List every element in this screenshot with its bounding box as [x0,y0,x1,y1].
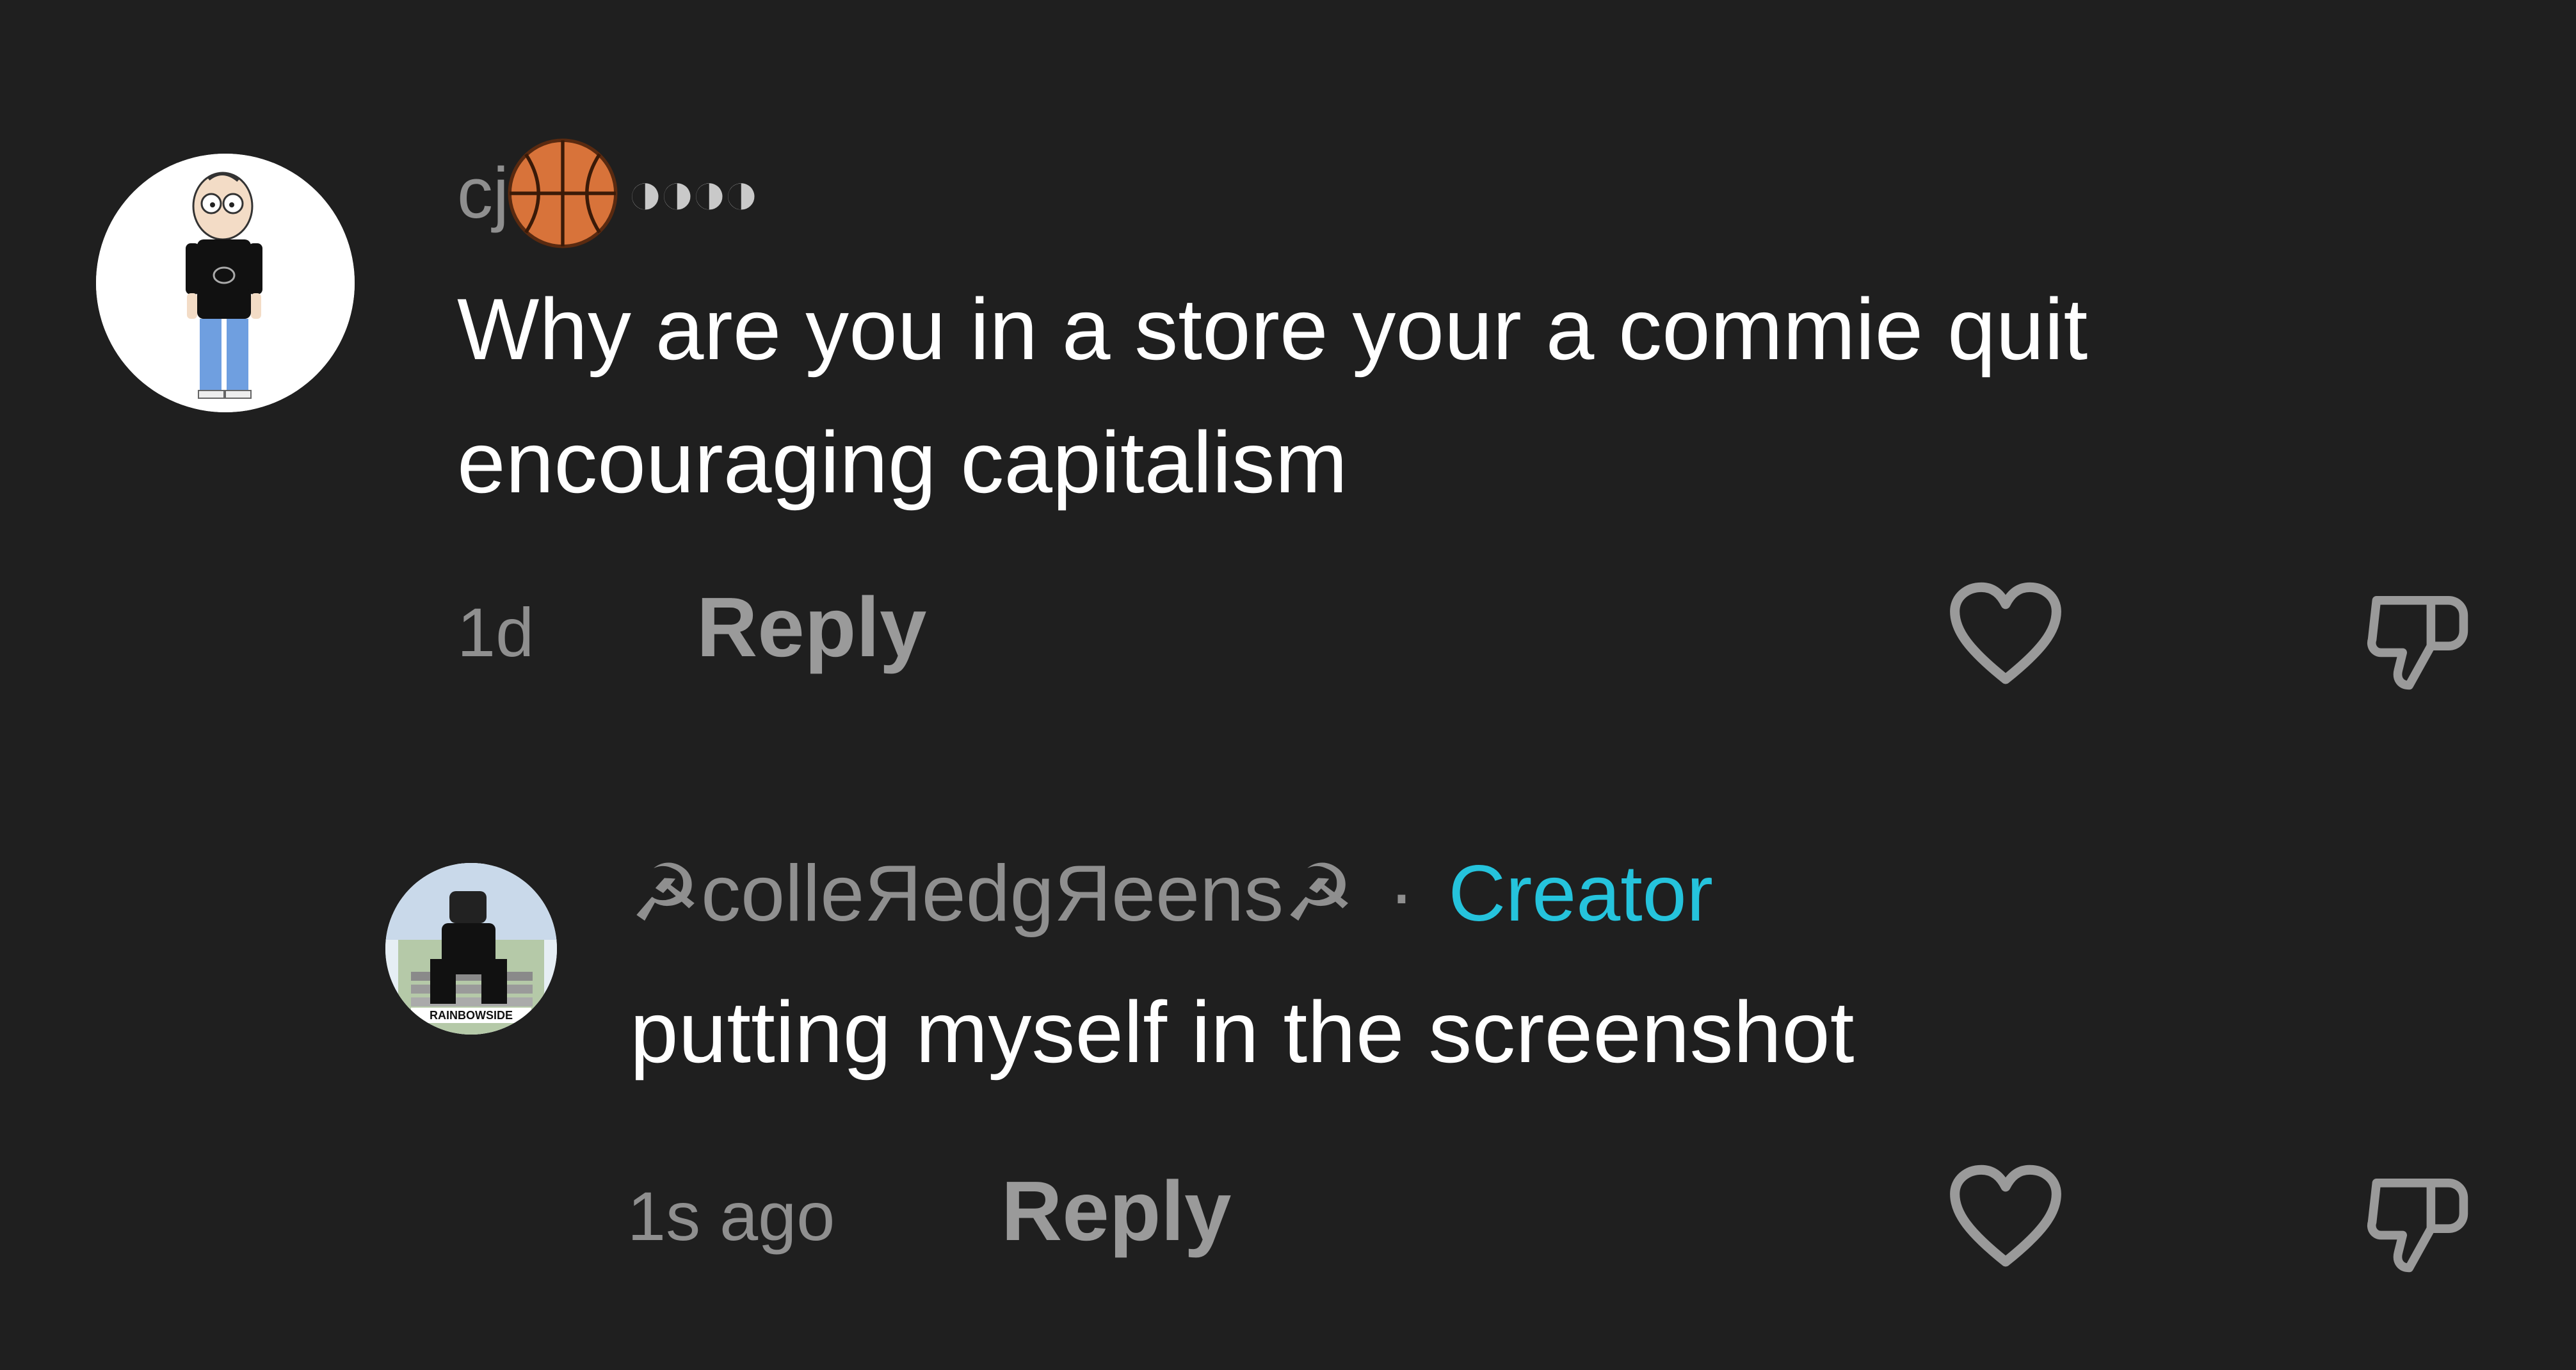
cartoon-avatar-image [96,154,355,412]
username-text: cj [457,153,509,233]
username-suffix: ◑◑◑◑ [626,159,760,227]
creator-badge: Creator [1448,850,1713,938]
avatar-caption: RAINBOWSIDE [430,1009,513,1022]
thumbs-down-outline-icon[interactable] [2357,1168,2479,1277]
heart-outline-icon[interactable] [1945,580,2066,689]
avatar[interactable] [96,154,355,412]
creator-username-row: ☭colleЯedgЯeens☭ · Creator [630,854,1713,933]
creator-avatar-image: RAINBOWSIDE [385,863,557,1035]
separator-dot: · [1388,850,1415,938]
reply-button[interactable]: Reply [1001,1169,1231,1253]
thumbs-down-outline-icon[interactable] [2357,585,2479,694]
basketball-icon [505,136,620,251]
comment-text: Why are you in a store your a commie qui… [457,280,2088,512]
reply-timestamp: 1s ago [627,1177,835,1255]
creator-username[interactable]: ☭colleЯedgЯeens☭ [630,850,1355,938]
reply-button[interactable]: Reply [696,585,926,670]
comment-username[interactable]: cj ◑◑◑◑ [457,136,760,251]
heart-outline-icon[interactable] [1945,1163,2066,1271]
creator-avatar[interactable]: RAINBOWSIDE [385,863,557,1035]
comment-timestamp: 1d [457,593,535,671]
reply-text: putting myself in the screenshot [630,983,1855,1081]
